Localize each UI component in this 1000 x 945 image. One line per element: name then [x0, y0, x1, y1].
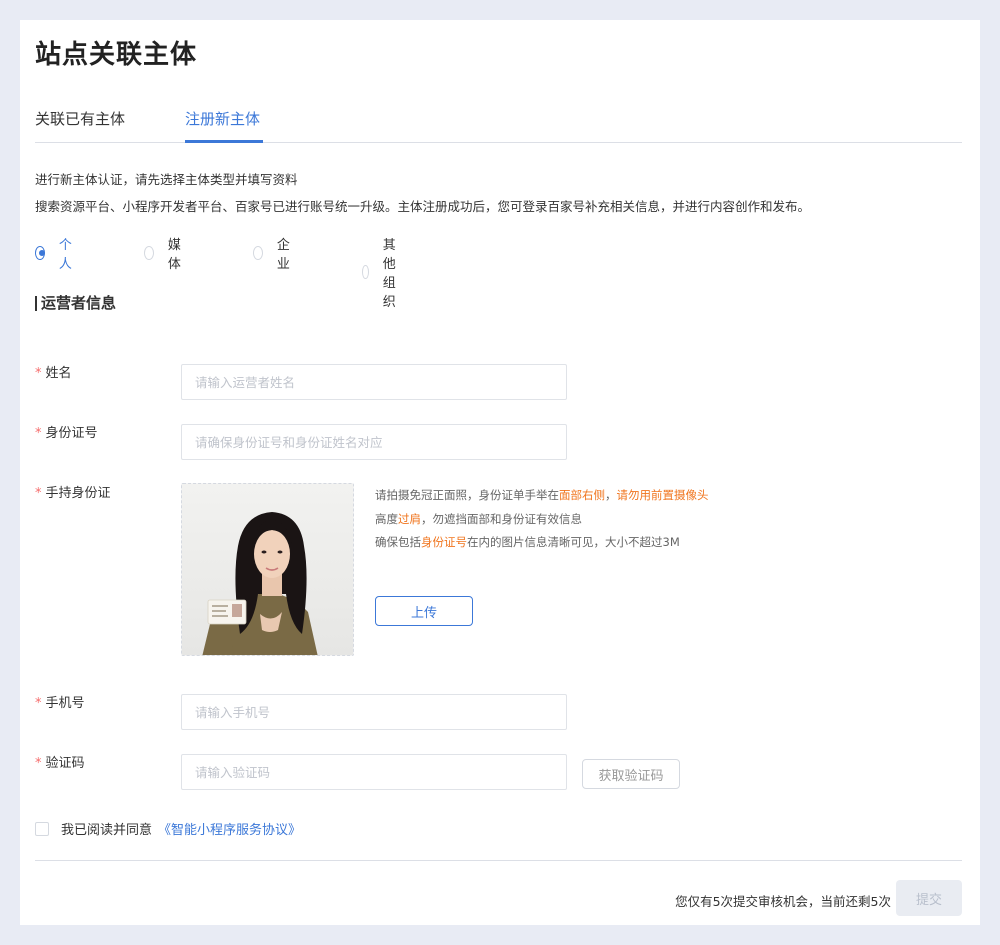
radio-unchecked-icon	[253, 246, 263, 260]
id-photo-label-text: 手持身份证	[45, 486, 111, 501]
required-mark: *	[35, 696, 42, 711]
sample-person-holding-id-image	[182, 484, 353, 655]
id-number-input[interactable]	[181, 424, 567, 460]
id-photo-sample-image[interactable]	[181, 483, 354, 656]
tab-link-existing[interactable]: 关联已有主体	[35, 108, 125, 137]
radio-unchecked-icon	[362, 265, 369, 279]
name-label: * 姓名	[35, 362, 72, 381]
required-mark: *	[35, 426, 42, 441]
radio-label: 个人	[58, 238, 72, 272]
radio-label: 企业	[276, 238, 290, 272]
hint-highlight: 过肩	[398, 512, 421, 526]
get-code-button[interactable]: 获取验证码	[582, 759, 680, 789]
id-number-label: * 身份证号	[35, 422, 98, 441]
id-number-label-text: 身份证号	[45, 426, 98, 441]
intro-line-1: 进行新主体认证，请先选择主体类型并填写资料	[35, 172, 298, 187]
footer-divider	[35, 860, 962, 861]
hint-text: 请拍摄免冠正面照，身份证单手举在	[375, 488, 559, 502]
radio-enterprise[interactable]: 企业	[253, 234, 294, 272]
name-input[interactable]	[181, 364, 567, 400]
hint-text: 在内的图片信息清晰可见，大小不超过3M	[467, 535, 680, 549]
radio-media[interactable]: 媒体	[144, 234, 185, 272]
submit-button[interactable]: 提交	[896, 880, 962, 916]
phone-label-text: 手机号	[45, 696, 85, 711]
hint-text: ，	[605, 488, 617, 502]
agreement-text: 我已阅读并同意	[61, 823, 153, 838]
hint-highlight: 面部右侧	[559, 488, 605, 502]
code-label-text: 验证码	[45, 756, 85, 771]
photo-hint-line-3: 确保包括身份证号在内的图片信息清晰可见，大小不超过3M	[375, 534, 680, 550]
required-mark: *	[35, 486, 42, 501]
radio-unchecked-icon	[144, 246, 154, 260]
photo-hint-line-1: 请拍摄免冠正面照，身份证单手举在面部右侧，请勿用前置摄像头	[375, 487, 709, 503]
required-mark: *	[35, 366, 42, 381]
name-label-text: 姓名	[45, 366, 72, 381]
section-title: 运营者信息	[35, 296, 116, 311]
radio-other-org[interactable]: 其他组织	[362, 234, 403, 310]
page-title: 站点关联主体	[35, 40, 198, 70]
upload-button[interactable]: 上传	[375, 596, 473, 626]
id-photo-label: * 手持身份证	[35, 482, 111, 501]
hint-text: 高度	[375, 512, 398, 526]
active-tab-indicator	[185, 140, 263, 143]
code-label: * 验证码	[35, 752, 85, 771]
tab-bar: 关联已有主体 注册新主体	[35, 108, 962, 143]
intro-line-2: 搜索资源平台、小程序开发者平台、百家号已进行账号统一升级。主体注册成功后，您可登…	[35, 199, 811, 214]
phone-label: * 手机号	[35, 692, 85, 711]
radio-label: 其他组织	[382, 238, 396, 310]
radio-checked-icon	[35, 246, 45, 260]
main-card: 站点关联主体 关联已有主体 注册新主体 进行新主体认证，请先选择主体类型并填写资…	[20, 20, 980, 925]
radio-label: 媒体	[167, 238, 181, 272]
agreement-link[interactable]: 《智能小程序服务协议》	[158, 819, 301, 838]
phone-input[interactable]	[181, 694, 567, 730]
agreement-row: 我已阅读并同意 《智能小程序服务协议》	[35, 819, 301, 838]
hint-text: 确保包括	[375, 535, 421, 549]
photo-hint-line-2: 高度过肩，勿遮挡面部和身份证有效信息	[375, 511, 582, 527]
submit-chances-text: 您仅有5次提交审核机会，当前还剩5次	[675, 894, 891, 909]
verification-code-input[interactable]	[181, 754, 567, 790]
required-mark: *	[35, 756, 42, 771]
tab-register-new[interactable]: 注册新主体	[185, 108, 260, 137]
hint-text: ，勿遮挡面部和身份证有效信息	[421, 512, 582, 526]
radio-individual[interactable]: 个人	[35, 234, 76, 272]
hint-highlight: 请勿用前置摄像头	[616, 488, 709, 502]
hint-highlight: 身份证号	[421, 535, 467, 549]
agreement-checkbox[interactable]	[35, 821, 49, 836]
